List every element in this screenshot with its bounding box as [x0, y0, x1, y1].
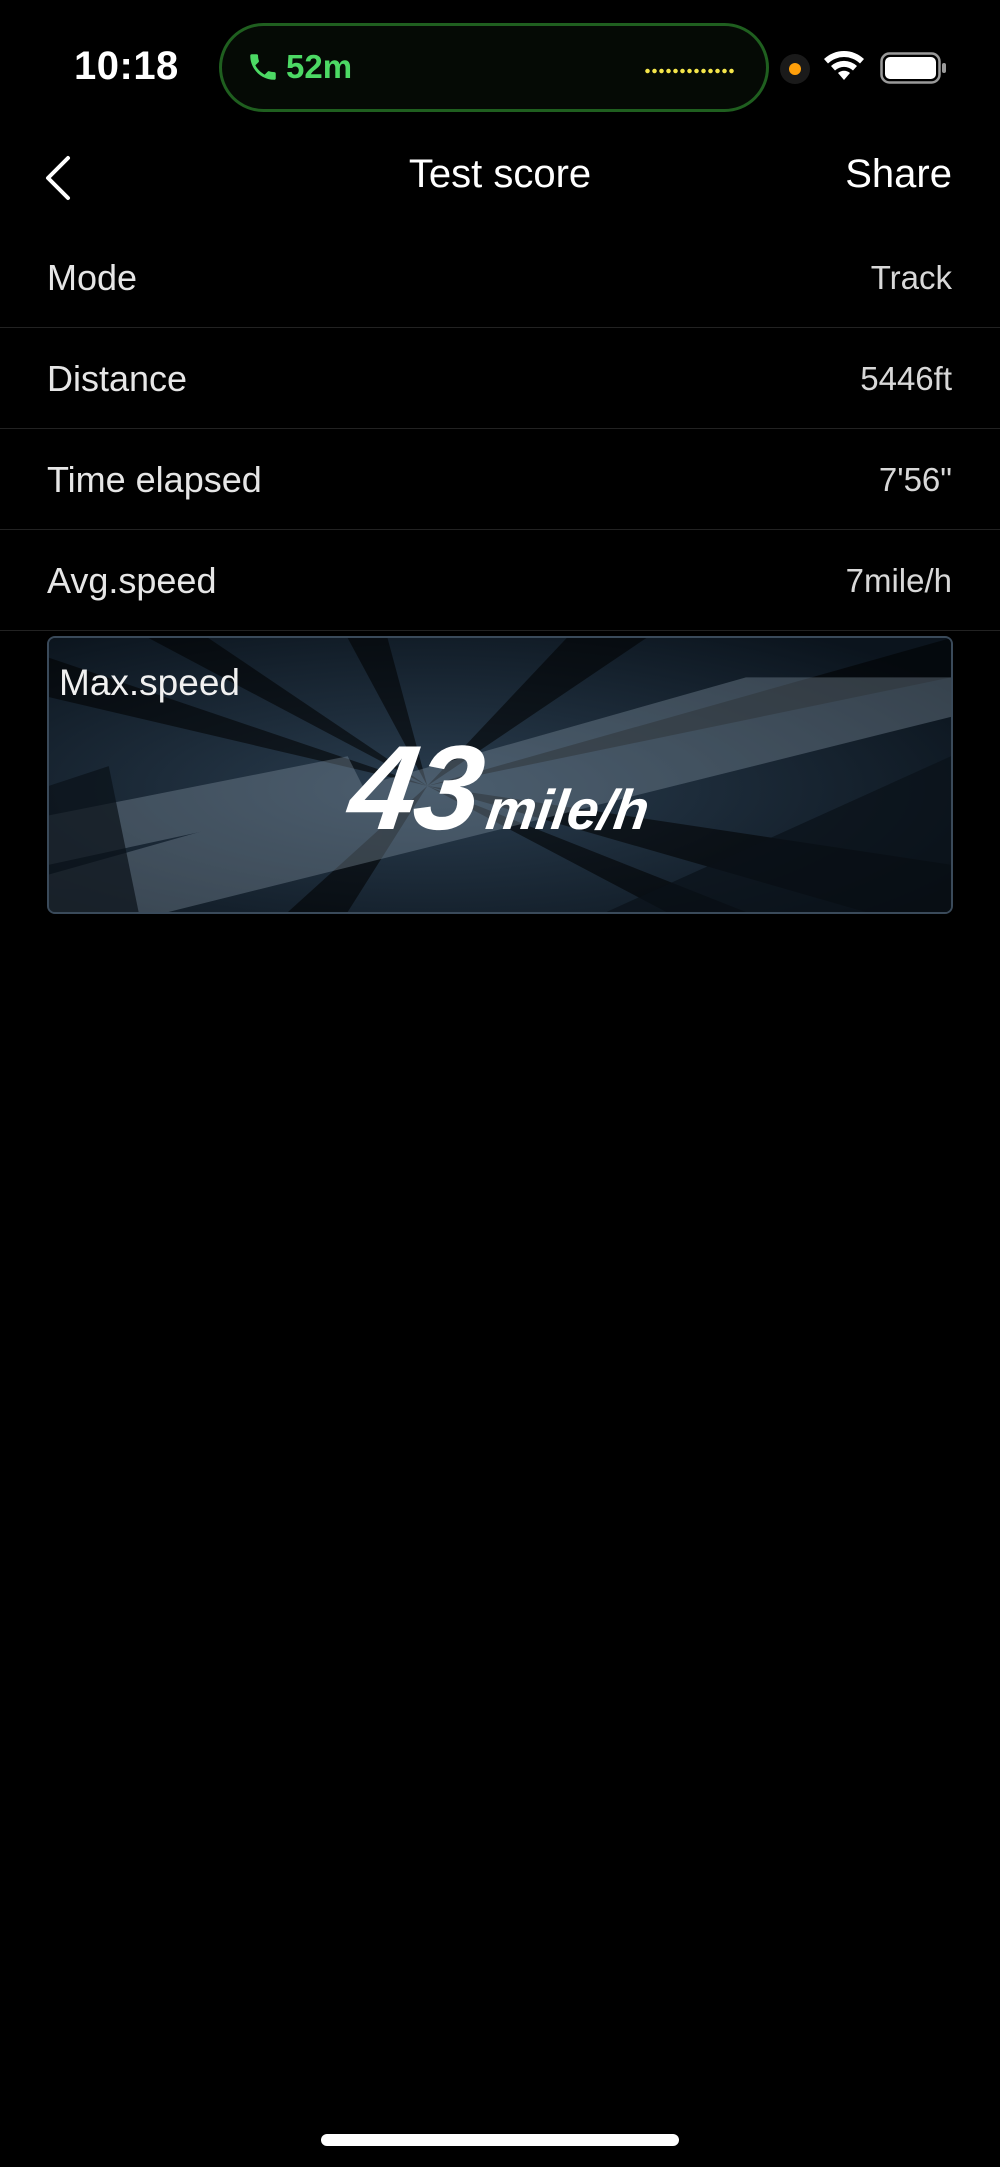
waveform-icon — [644, 68, 736, 74]
stat-label: Mode — [47, 257, 138, 298]
call-duration: 52m — [286, 48, 353, 85]
wifi-icon — [824, 51, 864, 80]
home-indicator[interactable] — [321, 2134, 679, 2146]
stat-value: 7'56" — [878, 461, 952, 498]
stat-row-time-elapsed: Time elapsed 7'56" — [0, 429, 1000, 530]
stat-value: 5446ft — [860, 360, 952, 397]
phone-icon — [250, 54, 276, 80]
max-speed-label: Max.speed — [59, 662, 240, 703]
stat-value: 7mile/h — [845, 562, 952, 599]
stats-list: Mode Track Distance 5446ft Time elapsed … — [0, 227, 1000, 631]
navigation-bar: Test score Share — [0, 130, 1000, 220]
max-speed-card: Max.speed 43mile/h — [47, 636, 953, 914]
stat-label: Avg.speed — [47, 560, 217, 601]
max-speed-readout: 43mile/h — [49, 721, 951, 855]
stat-row-mode: Mode Track — [0, 227, 1000, 328]
stat-label: Distance — [47, 358, 188, 399]
status-time: 10:18 — [74, 44, 179, 88]
stat-value: Track — [870, 259, 952, 296]
privacy-indicator-icon — [780, 54, 810, 84]
status-bar: 10:18 52m — [0, 0, 1000, 120]
stat-row-avg-speed: Avg.speed 7mile/h — [0, 530, 1000, 631]
battery-icon — [880, 52, 946, 84]
share-button[interactable]: Share — [845, 152, 952, 197]
max-speed-value: 43 — [341, 721, 491, 855]
stat-row-distance: Distance 5446ft — [0, 328, 1000, 429]
stat-label: Time elapsed — [47, 459, 262, 500]
max-speed-unit: mile/h — [482, 778, 654, 841]
dynamic-island-call[interactable]: 52m — [219, 23, 769, 112]
